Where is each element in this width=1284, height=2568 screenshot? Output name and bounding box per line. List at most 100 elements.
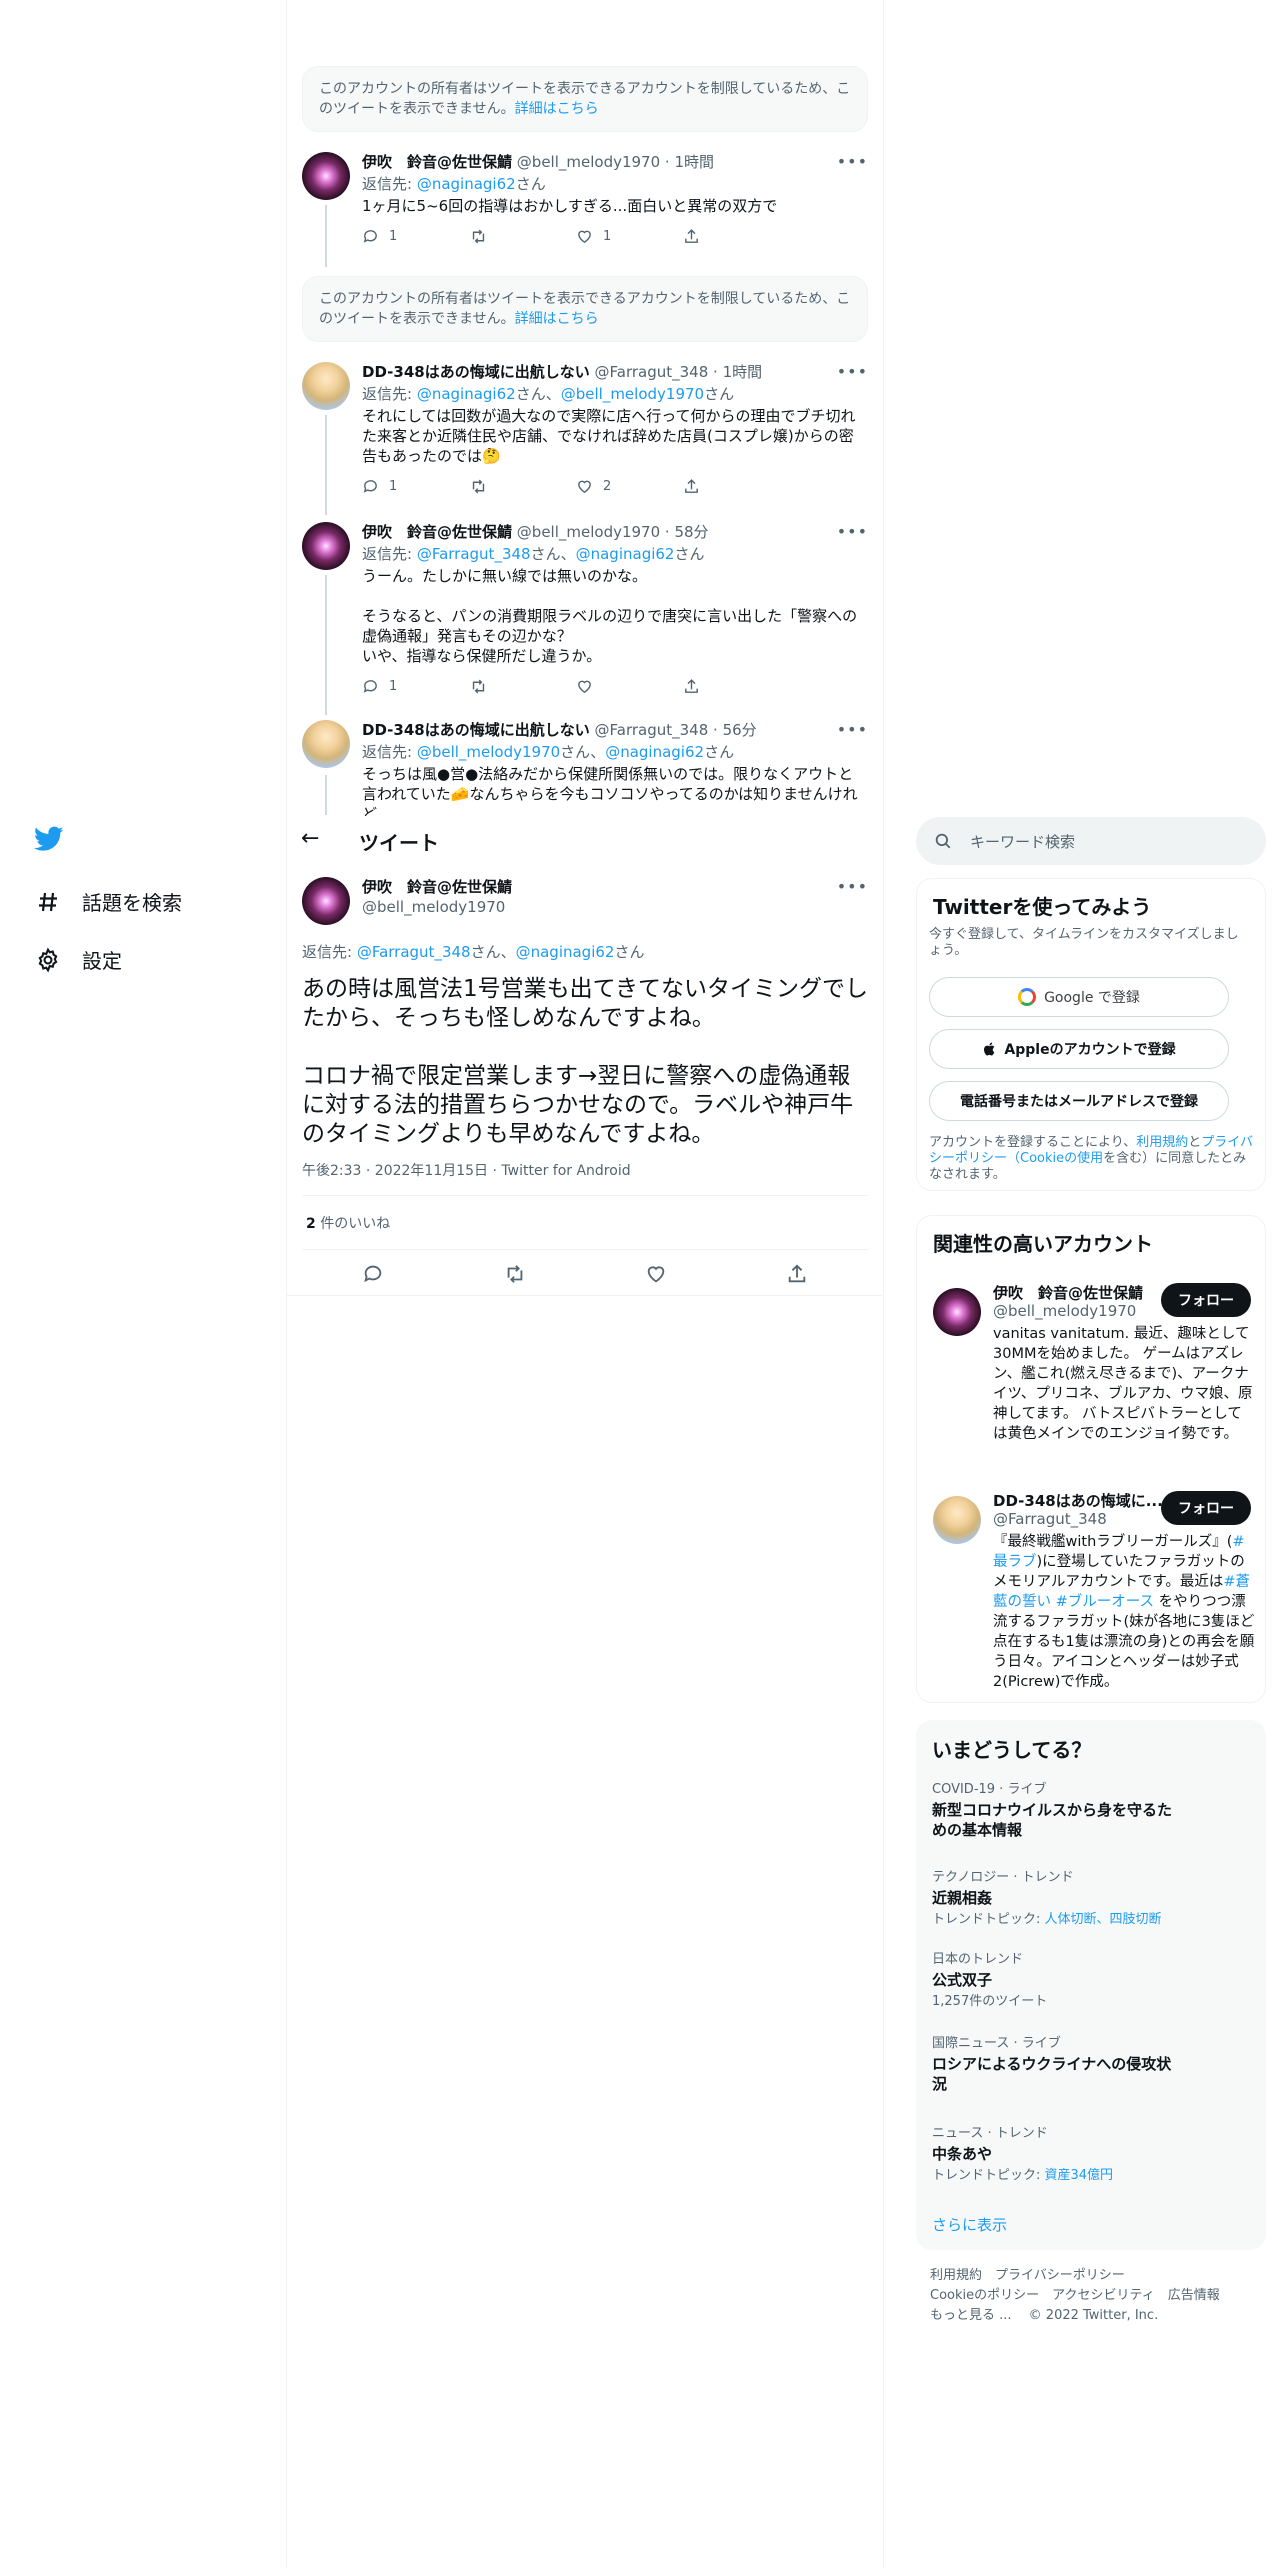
tweet-author-handle[interactable]: @bell_melody1970 <box>362 897 868 917</box>
learn-more-link[interactable]: 詳細はこちら <box>515 311 599 327</box>
tweet-timestamp[interactable]: 午後2:33 · 2022年11月15日 · Twitter for Andro… <box>302 1160 631 1180</box>
avatar[interactable] <box>302 522 350 570</box>
reply-button[interactable]: 1 <box>362 678 469 695</box>
reply-to-link[interactable]: @bell_melody1970 <box>417 743 560 761</box>
twitter-logo-icon[interactable] <box>33 826 64 856</box>
back-arrow-icon[interactable]: ← <box>301 826 319 851</box>
reply-to-link[interactable]: @naginagi62 <box>605 743 704 761</box>
tweet-time[interactable]: · 1時間 <box>665 153 714 171</box>
reply-suffix: さん <box>614 943 645 961</box>
like-button[interactable]: 1 <box>576 228 683 245</box>
trend-item[interactable]: 国際ニュース · ライブ ロシアによるウクライナへの侵攻状況 <box>932 2036 1252 2094</box>
trend-item[interactable]: ニュース · トレンド 中条あや トレンドトピック: 資産34億円 <box>932 2126 1252 2184</box>
trend-item[interactable]: 日本のトレンド 公式双子 1,257件のツイート <box>932 1952 1252 2010</box>
tweet-author-name[interactable]: DD-348はあの悔域に出航しない <box>362 721 590 739</box>
google-signup-button[interactable]: Google で登録 <box>929 977 1229 1017</box>
reply-to-link[interactable]: @bell_melody1970 <box>561 385 704 403</box>
related-account-1[interactable]: 伊吹 鈴音@佐世保鯖 @bell_melody1970 フォロー vanitas… <box>917 1276 1267 1476</box>
search-input[interactable]: キーワード検索 <box>970 831 1075 852</box>
reply-to-link[interactable]: @naginagi62 <box>417 175 516 193</box>
tweet-author-name[interactable]: 伊吹 鈴音@佐世保鯖 <box>362 523 512 541</box>
reply-suffix: さん <box>530 545 561 563</box>
reply-button[interactable]: 1 <box>362 228 469 245</box>
nav-settings[interactable]: 設定 <box>34 945 122 974</box>
follow-button[interactable]: フォロー <box>1161 1283 1251 1317</box>
account-name[interactable]: 伊吹 鈴音@佐世保鯖 <box>993 1282 1143 1303</box>
tweet-author-handle[interactable]: @bell_melody1970 <box>517 153 660 171</box>
share-button[interactable] <box>683 678 790 695</box>
signup-title: Twitterを使ってみよう <box>933 895 1152 919</box>
footer-line[interactable]: もっと見る ... © 2022 Twitter, Inc. <box>930 2306 1220 2326</box>
terms-link[interactable]: 利用規約 <box>1136 1135 1188 1150</box>
trend-topic-link[interactable]: 人体切断、四肢切断 <box>1045 1912 1162 1927</box>
share-icon[interactable] <box>786 1263 808 1285</box>
avatar[interactable] <box>933 1496 981 1544</box>
share-button[interactable] <box>683 228 790 245</box>
more-options-icon[interactable]: ••• <box>837 522 868 541</box>
account-handle[interactable]: @Farragut_348 <box>993 1510 1107 1528</box>
heart-icon[interactable] <box>645 1263 667 1285</box>
footer-line[interactable]: 利用規約 プライバシーポリシー <box>930 2266 1220 2286</box>
more-options-icon[interactable]: ••• <box>837 720 868 739</box>
hashtag-link[interactable]: #ブルーオース <box>1056 1594 1154 1610</box>
related-account-2[interactable]: DD-348はあの悔域に... @Farragut_348 フォロー 『最終戦艦… <box>917 1484 1267 1699</box>
trend-item[interactable]: テクノロジー · トレンド 近親相姦 トレンドトピック: 人体切断、四肢切断 <box>932 1870 1252 1928</box>
retweet-button[interactable] <box>469 228 576 245</box>
likes-stat[interactable]: 2 件のいいね <box>306 1213 390 1233</box>
column-divider-right <box>883 0 884 2568</box>
tweet-author-name[interactable]: 伊吹 鈴音@佐世保鯖 <box>362 878 512 896</box>
thread-tweet-3[interactable]: 伊吹 鈴音@佐世保鯖 @bell_melody1970 · 58分 ••• 返信… <box>302 522 868 702</box>
reply-suffix: さん <box>515 175 546 193</box>
more-options-icon[interactable]: ••• <box>837 152 868 171</box>
retweet-icon[interactable] <box>503 1263 527 1285</box>
thread-tweet-2[interactable]: DD-348はあの悔域に出航しない @Farragut_348 · 1時間 ••… <box>302 362 868 502</box>
like-count: 2 <box>603 479 612 494</box>
account-name[interactable]: DD-348はあの悔域に... <box>993 1490 1163 1511</box>
footer-links: 利用規約 プライバシーポリシー Cookieのポリシー アクセシビリティ 広告情… <box>930 2266 1220 2326</box>
trend-item[interactable]: COVID-19 · ライブ 新型コロナウイルスから身を守るための基本情報 <box>932 1782 1252 1840</box>
thread-tweet-4[interactable]: DD-348はあの悔域に出航しない @Farragut_348 · 56分 ••… <box>302 720 868 816</box>
tweet-text: それにしては回数が過大なので実際に店へ行って何からの理由でブチ切れた来客とか近隣… <box>362 407 856 465</box>
trend-topic-link[interactable]: 資産34億円 <box>1045 2168 1114 2183</box>
reply-to-link[interactable]: @Farragut_348 <box>357 943 471 961</box>
reply-icon[interactable] <box>362 1263 384 1285</box>
tweet-time[interactable]: · 58分 <box>665 523 709 541</box>
like-button[interactable]: 2 <box>576 478 683 495</box>
avatar[interactable] <box>302 720 350 768</box>
reply-to-link[interactable]: @naginagi62 <box>417 385 516 403</box>
trend-meta: 国際ニュース · ライブ <box>932 2036 1061 2051</box>
like-button[interactable] <box>576 678 683 695</box>
tweet-author-name[interactable]: DD-348はあの悔域に出航しない <box>362 363 590 381</box>
reply-to-link[interactable]: @naginagi62 <box>516 943 615 961</box>
avatar[interactable] <box>933 1288 981 1336</box>
heart-icon <box>578 680 591 694</box>
avatar[interactable] <box>302 152 350 200</box>
show-more-link[interactable]: さらに表示 <box>932 2214 1007 2235</box>
account-handle[interactable]: @bell_melody1970 <box>993 1302 1136 1320</box>
search-bar[interactable]: キーワード検索 <box>916 817 1266 865</box>
reply-button[interactable]: 1 <box>362 478 469 495</box>
avatar[interactable] <box>302 877 350 925</box>
thread-tweet-1[interactable]: 伊吹 鈴音@佐世保鯖 @bell_melody1970 · 1時間 ••• 返信… <box>302 152 868 252</box>
tweet-author-handle[interactable]: @bell_melody1970 <box>517 523 660 541</box>
retweet-button[interactable] <box>469 678 576 695</box>
tweet-time[interactable]: · 1時間 <box>713 363 762 381</box>
tweet-time[interactable]: · 56分 <box>713 721 757 739</box>
learn-more-link[interactable]: 詳細はこちら <box>515 101 599 117</box>
footer-line[interactable]: Cookieのポリシー アクセシビリティ 広告情報 <box>930 2286 1220 2306</box>
retweet-icon <box>472 229 485 244</box>
more-options-icon[interactable]: ••• <box>837 362 868 381</box>
apple-signup-button[interactable]: Appleのアカウントで登録 <box>929 1029 1229 1069</box>
phone-email-signup-button[interactable]: 電話番号またはメールアドレスで登録 <box>929 1081 1229 1121</box>
nav-explore[interactable]: 話題を検索 <box>34 887 182 916</box>
tweet-author-handle[interactable]: @Farragut_348 <box>595 721 709 739</box>
reply-to-link[interactable]: @Farragut_348 <box>417 545 531 563</box>
tweet-author-name[interactable]: 伊吹 鈴音@佐世保鯖 <box>362 153 512 171</box>
avatar[interactable] <box>302 362 350 410</box>
follow-button[interactable]: フォロー <box>1161 1491 1251 1525</box>
reply-to-link[interactable]: @naginagi62 <box>576 545 675 563</box>
more-options-icon[interactable]: ••• <box>837 877 868 896</box>
share-button[interactable] <box>683 478 790 495</box>
retweet-button[interactable] <box>469 478 576 495</box>
tweet-author-handle[interactable]: @Farragut_348 <box>595 363 709 381</box>
